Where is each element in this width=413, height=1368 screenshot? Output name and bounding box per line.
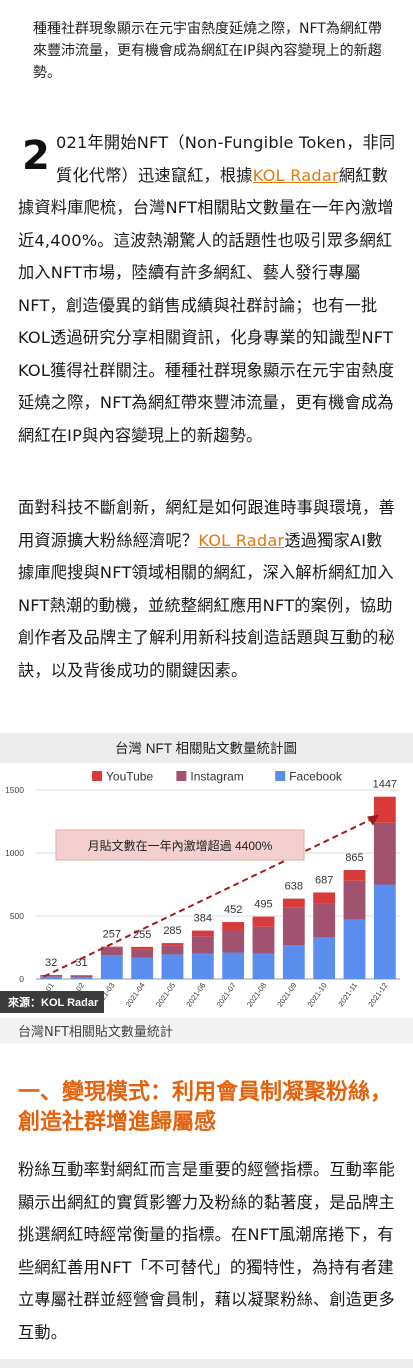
chart-title: 台灣 NFT 相關貼文數量統計圖: [115, 741, 297, 756]
data-label-total: 255: [133, 929, 151, 941]
bar-youtube-2021-07: [222, 922, 245, 931]
paragraph-membership: 粉絲互動率對網紅而言是重要的經營指標。互動率能顯示出網紅的實質影響力及粉絲的黏著…: [18, 1160, 395, 1342]
bar-instagram-2021-04: [131, 949, 154, 958]
bar-facebook-2021-09: [282, 944, 305, 979]
bar-facebook-2021-08: [252, 953, 275, 979]
data-label-total: 638: [285, 881, 303, 893]
bar-instagram-2021-12: [373, 822, 396, 885]
section-heading: 一、變現模式：利用會員制凝聚粉絲，創造社群增進歸屬感: [18, 1080, 393, 1135]
paragraph-intro: 2 021年開始NFT（Non-Fungible Token，非同質化代幣）迅速竄…: [18, 127, 396, 452]
bar-youtube-2021-09: [282, 898, 305, 908]
data-label-total: 495: [254, 899, 272, 911]
bar-youtube-2021-03: [100, 946, 123, 948]
legend-label-instagram: Instagram: [190, 770, 243, 784]
bar-facebook-2021-12: [373, 884, 396, 979]
bar-instagram-2021-07: [222, 930, 245, 953]
bar-youtube-2021-10: [313, 892, 336, 904]
legend-swatch-instagram: [176, 771, 187, 781]
bar-youtube-2021-11: [343, 870, 366, 881]
data-label-total: 32: [45, 957, 57, 969]
bar-youtube-2021-02: [70, 975, 93, 976]
data-label-total: 257: [103, 929, 121, 941]
bar-youtube-2021-08: [252, 916, 275, 927]
y-tick-label: 0: [19, 974, 24, 984]
bar-youtube-2021-01: [40, 974, 63, 976]
bar-youtube-2021-05: [161, 943, 184, 946]
legend-swatch-youtube: [92, 771, 102, 781]
paragraph-intro-text-b: 網紅數據資料庫爬梳，台灣NFT相關貼文數量在一年內激增近4,400%。這波熱潮驚…: [18, 165, 395, 445]
y-tick-label: 500: [10, 911, 24, 921]
legend-label-facebook: Facebook: [289, 770, 343, 784]
bar-instagram-2021-08: [252, 926, 275, 954]
data-label-total: 452: [224, 904, 242, 916]
bar-instagram-2021-02: [70, 975, 93, 977]
bar-facebook-2021-11: [343, 919, 366, 979]
y-tick-label: 1000: [5, 848, 24, 858]
data-label-total: 384: [194, 913, 212, 925]
kol-radar-link[interactable]: KOL Radar: [253, 166, 339, 185]
legend-swatch-facebook: [275, 771, 286, 781]
annotation-text: 月貼文數在一年內激增超過 4400%: [88, 838, 273, 853]
bar-facebook-2021-07: [222, 952, 245, 979]
data-label-total: 687: [315, 874, 333, 886]
bar-youtube-2021-12: [373, 796, 396, 823]
bar-facebook-2021-06: [191, 953, 214, 979]
bar-youtube-2021-06: [191, 930, 214, 937]
figure-caption: 台灣NFT相關貼文數量統計: [18, 1025, 173, 1040]
lead-quote: 種種社群現象顯示在元宇宙熱度延燒之際，NFT為網紅帶來豐沛流量，更有機會成為網紅…: [33, 21, 382, 81]
nft-posts-chart: 台灣 NFT 相關貼文數量統計圖 YouTube Instagram Facebook…: [0, 733, 413, 1018]
y-tick-label: 1500: [5, 785, 24, 795]
kol-radar-link-2[interactable]: KOL Radar: [198, 531, 284, 550]
bar-facebook-2021-10: [313, 937, 336, 979]
bottom-divider: [0, 1359, 413, 1368]
data-label-total: 285: [163, 925, 181, 937]
drop-cap: 2: [22, 133, 51, 179]
bar-facebook-2021-04: [131, 957, 154, 979]
bar-facebook-2021-03: [100, 955, 123, 979]
data-label-total: 865: [345, 852, 363, 864]
bar-instagram-2021-03: [100, 947, 123, 956]
bar-instagram-2021-01: [40, 975, 63, 977]
bar-facebook-2021-01: [40, 976, 63, 979]
bar-instagram-2021-05: [161, 945, 184, 955]
source-label: 來源：KOL Radar: [8, 995, 99, 1009]
bar-facebook-2021-02: [70, 976, 93, 979]
paragraph-method-text-b: 透過獨家AI數據庫爬搜與NFT領域相關的網紅，深入解析網紅加入NFT熱潮的動機，…: [18, 530, 395, 680]
bar-facebook-2021-05: [161, 954, 184, 979]
bar-instagram-2021-06: [191, 936, 214, 954]
bar-instagram-2021-10: [313, 903, 336, 938]
paragraph-method: 面對科技不斷創新，網紅是如何跟進時事與環境，善用資源擴大粉絲經濟呢？KOL Ra…: [18, 492, 396, 687]
bar-instagram-2021-11: [343, 880, 366, 920]
bar-youtube-2021-04: [131, 946, 154, 950]
legend-label-youtube: YouTube: [106, 770, 153, 784]
bar-instagram-2021-09: [282, 907, 305, 945]
article-page: 種種社群現象顯示在元宇宙熱度延燒之際，NFT為網紅帶來豐沛流量，更有機會成為網紅…: [0, 0, 413, 1368]
data-label-total: 1447: [373, 779, 397, 791]
figure: 台灣 NFT 相關貼文數量統計圖 YouTube Instagram Facebook…: [0, 733, 413, 1043]
